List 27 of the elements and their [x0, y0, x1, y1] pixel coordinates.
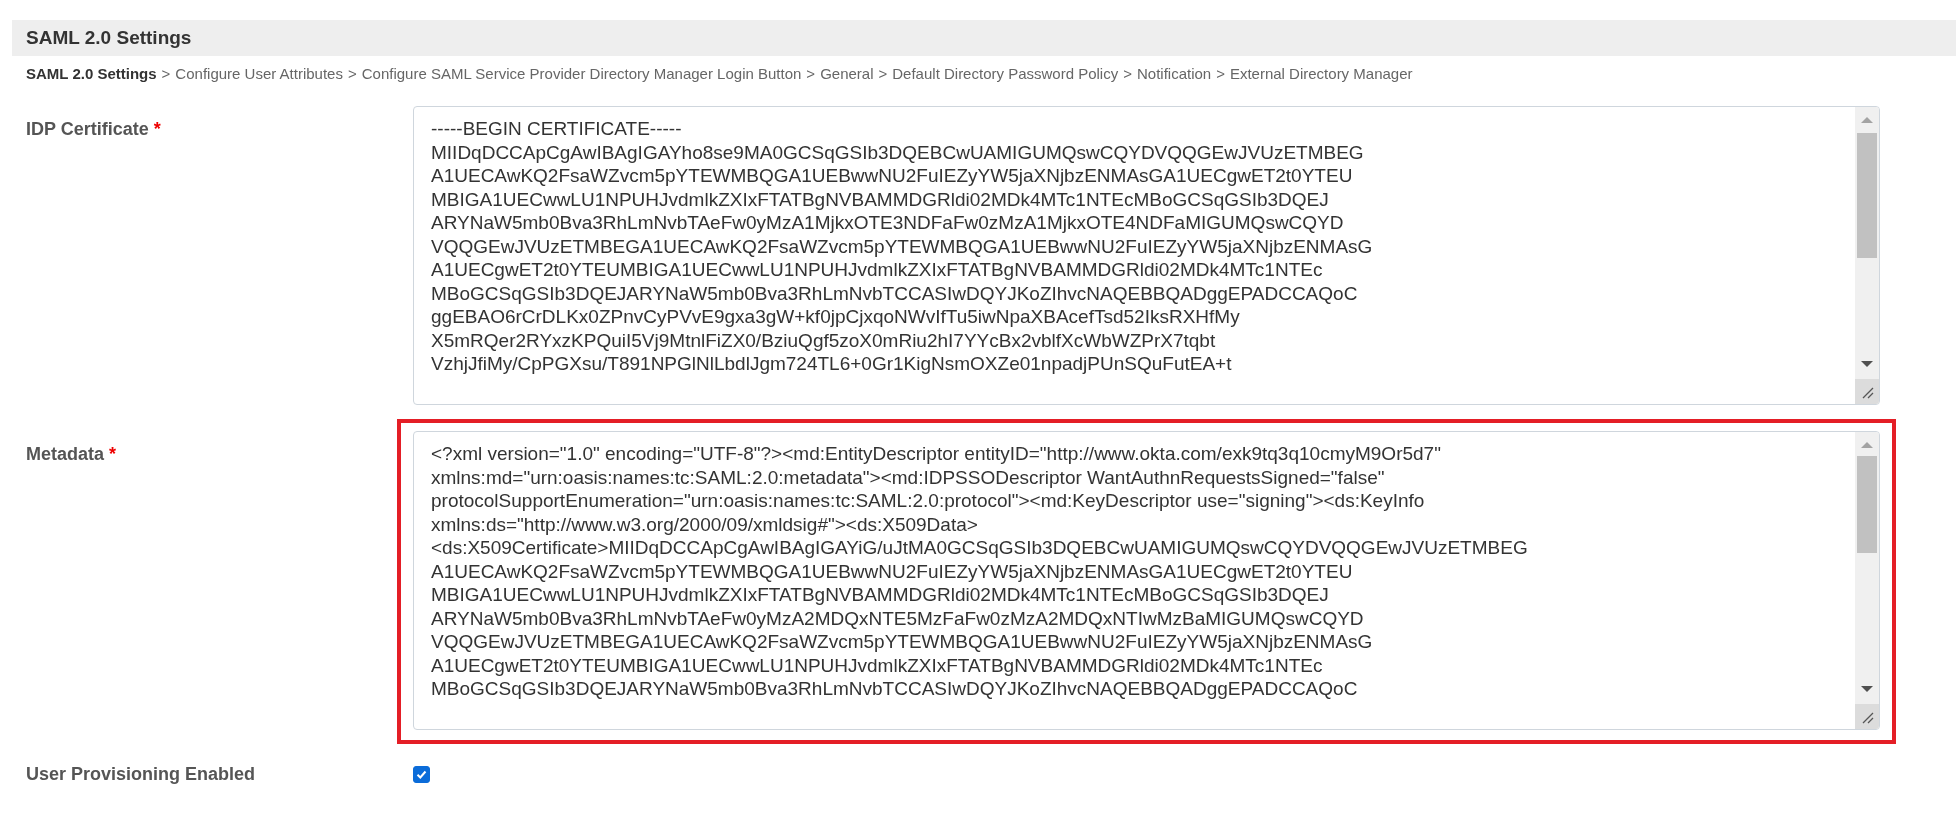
- checkmark-icon: [415, 768, 428, 781]
- breadcrumb-separator: >: [1216, 65, 1225, 82]
- breadcrumb-separator: >: [1123, 65, 1132, 82]
- breadcrumb-separator: >: [347, 65, 357, 82]
- breadcrumb-separator: >: [161, 65, 171, 82]
- breadcrumb-link[interactable]: Default Directory Password Policy: [892, 65, 1119, 82]
- breadcrumb-separator: >: [878, 65, 888, 82]
- required-mark: *: [109, 444, 117, 464]
- breadcrumb-link[interactable]: General: [820, 65, 874, 82]
- breadcrumb-link[interactable]: Configure User Attributes: [175, 65, 343, 82]
- required-mark: *: [153, 119, 161, 139]
- text-area[interactable]: <?xml version="1.0" encoding="UTF-8"?><md:EntityDescriptor entityID="http://www.okta.com/exk9tq3q10cmyM9Or5d7" xmlns:md="urn:oasis:names:tc:SAML:2.0:metadata"><md:IDPSSODescriptor WantAuthnRequestsSigned="false" protocolSupportEnumeration="urn:oasis:names:tc:SAML:2.0:protocol"><md:KeyDescriptor use="signing"><ds:KeyInfo xmlns:ds="http://www.w3.org/2000/09/xmldsig#"><ds:X509Data> <ds:X509Certificate>MIIDqDCCApCgAwIBAgIGAYiG/uJtMA0GCSqGSIb3DQEBCwUAMIGUMQswCQYDVQQGEwJVUzETMBEG A1UECAwKQ2FsaWZvcm5pYTEWMBQGA1UEBwwNU2FuIEZyYW5jaXNjbzENMAsGA1UECgwET2t0YTEU MBIGA1UECwwLU1NPUHJvdmlkZXIxFTATBgNVBAMMDGRldi02MDk4MTc1NTEcMBoGCSqGSIb3DQEJ ARYNaW5mb0Bva3RhLmNvbTAeFw0yMzA2MDQxNTE5MzFaFw0zMzA2MDQxNTIwMzBaMIGUMQswCQYD VQQGEwJVUzETMBEGA1UECAwKQ2FsaWZvcm5pYTEWMBQGA1UEBwwNU2FuIEZyYW5jaXNjbzENMAsG A1UECgwET2t0YTEUMBIGA1UECwwLU1NPUHJvdmlkZXIxFTATBgNVBAMMDGRldi02MDk4MTc1NTEc MBoGCSqGSIb3DQEJARYNaW5mb0Bva3RhLmNvbTCCASIwDQYJKoZIhvcNAQEBBQADggEPADCCAQoC: [413, 431, 1880, 730]
- breadcrumb-link[interactable]: Notification: [1136, 65, 1212, 82]
- breadcrumb-link[interactable]: External Directory Manager: [1229, 65, 1413, 82]
- field-label: User Provisioning Enabled: [26, 764, 256, 784]
- breadcrumb-link[interactable]: Configure SAML Service Provider Directory Manager Login Button: [361, 65, 802, 82]
- scrollbar[interactable]: [1855, 432, 1879, 729]
- breadcrumb-separator: >: [806, 65, 816, 82]
- checkbox[interactable]: [413, 766, 430, 783]
- scroll-down-arrow-icon[interactable]: [1861, 685, 1873, 693]
- field-label: Metadata: [26, 444, 105, 464]
- breadcrumb-link[interactable]: SAML 2.0 Settings: [26, 65, 157, 82]
- scrollbar[interactable]: [1855, 107, 1879, 404]
- field-label: IDP Certificate: [26, 119, 149, 139]
- scroll-down-arrow-icon[interactable]: [1861, 360, 1873, 368]
- text-area[interactable]: -----BEGIN CERTIFICATE----- MIIDqDCCApCgAwIBAgIGAYho8se9MA0GCSqGSIb3DQEBCwUAMIGUMQswCQYDVQQGEwJVUzETMBEG A1UECAwKQ2FsaWZvcm5pYTEWMBQGA1UEBwwNU2FuIEZyYW5jaXNjbzENMAsGA1UECgwET2t0YTEU MBIGA1UECwwLU1NPUHJvdmlkZXIxFTATBgNVBAMMDGRldi02MDk4MTc1NTEcMBoGCSqGSIb3DQEJ ARYNaW5mb0Bva3RhLmNvbTAeFw0yMzA1MjkxOTE3NDFaFw0zMzA1MjkxOTE4NDFaMIGUMQswCQYD VQQGEwJVUzETMBEGA1UECAwKQ2FsaWZvcm5pYTEWMBQGA1UEBwwNU2FuIEZyYW5jaXNjbzENMAsG A1UECgwET2t0YTEUMBIGA1UECwwLU1NPUHJvdmlkZXIxFTATBgNVBAMMDGRldi02MDk4MTc1NTEc MBoGCSqGSIb3DQEJARYNaW5mb0Bva3RhLmNvbTCCASIwDQYJKoZIhvcNAQEBBQADggEPADCCAQoC ggEBAO6rCrDLKx0ZPnvCyPVvE9gxa3gW+kf0jpCjxqoNWvIfTu5iwNpaXBAcefTsd52IksRXHfMy X5mRQer2RYxzKPQuiI5Vj9MtnlFiZX0/BziuQgf5zoX0mRiu2hI7YYcBx2vblfXcWbWZPrX7tqbt VzhjJfiMy/CpPGXsu/T891NPGlNlLbdlJgm724TL6+0Gr1KigNsmOXZe01npadjPUnSQuFutEA+t: [413, 106, 1880, 405]
- page-title: SAML 2.0 Settings: [26, 27, 192, 49]
